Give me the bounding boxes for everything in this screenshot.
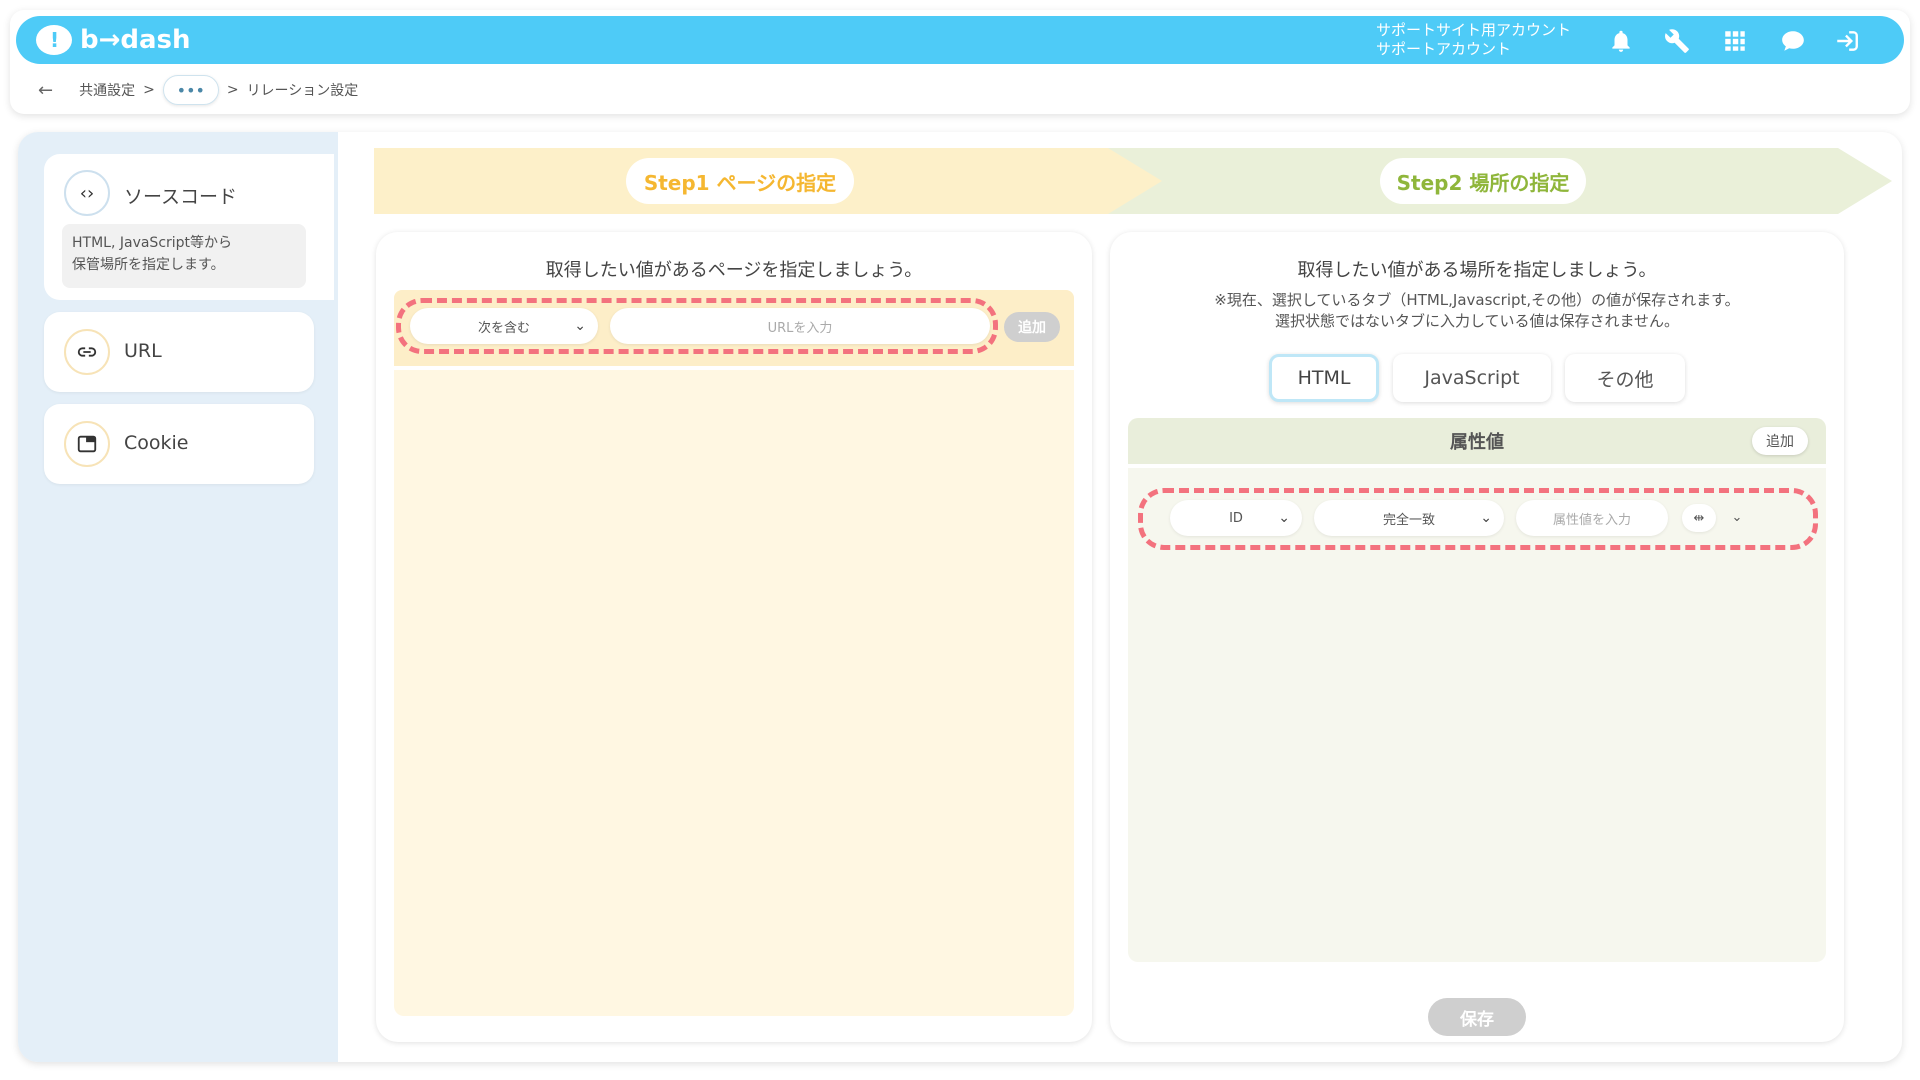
- sidebar-item-description: HTML, JavaScript等から 保管場所を指定します。: [62, 224, 306, 288]
- window-icon: [64, 421, 110, 467]
- attribute-type-value: ID: [1229, 510, 1243, 526]
- link-icon: [64, 329, 110, 375]
- attribute-header-label: 属性値: [1450, 432, 1504, 453]
- step1-panel-title: 取得したい値があるページを指定しましょう。: [545, 260, 923, 281]
- description-line1: HTML, JavaScript等から: [72, 235, 233, 251]
- url-condition-select[interactable]: 次を含む ⌄: [410, 308, 598, 344]
- bell-icon[interactable]: [1608, 28, 1634, 54]
- sidebar-item-url[interactable]: URL: [44, 312, 314, 392]
- step2-panel: 取得したい値がある場所を指定しましょう。 ※現在、選択しているタブ（HTML,J…: [1110, 232, 1844, 1042]
- attribute-header: 属性値 追加: [1128, 418, 1826, 464]
- attribute-type-select[interactable]: ID ⌄: [1170, 500, 1302, 536]
- logo-text: b→dash: [80, 25, 191, 55]
- breadcrumb-more-button[interactable]: •••: [162, 75, 219, 105]
- description-line2: 保管場所を指定します。: [72, 257, 225, 273]
- tab-html[interactable]: HTML: [1269, 354, 1379, 402]
- match-type-value: 完全一致: [1382, 512, 1435, 528]
- split-icon[interactable]: ⇹: [1682, 504, 1716, 532]
- top-navigation-bar: b→dash サポートサイト用アカウント サポートアカウント: [16, 16, 1904, 64]
- apps-grid-icon[interactable]: [1722, 28, 1748, 54]
- url-condition-value: 次を含む: [477, 320, 530, 336]
- account-line1: サポートサイト用アカウント: [1376, 21, 1572, 39]
- step1-label: Step1 ページの指定: [626, 158, 854, 204]
- tab-javascript[interactable]: JavaScript: [1393, 354, 1551, 402]
- breadcrumb-separator: >: [143, 82, 155, 98]
- chevron-down-icon: ⌄: [574, 318, 586, 334]
- main-content: ‹› ソースコード HTML, JavaScript等から 保管場所を指定します…: [18, 132, 1902, 1062]
- source-type-tabs: HTML JavaScript その他: [1110, 354, 1844, 402]
- note-line2: 選択状態ではないタブに入力している値は保存されません。: [1274, 312, 1680, 330]
- logout-icon[interactable]: [1832, 28, 1862, 54]
- sidebar-item-cookie[interactable]: Cookie: [44, 404, 314, 484]
- breadcrumb-item-common-settings[interactable]: 共通設定: [79, 80, 135, 100]
- breadcrumb-current: リレーション設定: [246, 83, 359, 99]
- attribute-add-button[interactable]: 追加: [1752, 427, 1808, 455]
- url-add-button[interactable]: 追加: [1004, 312, 1060, 342]
- step2-panel-title: 取得したい値がある場所を指定しましょう。: [1297, 260, 1657, 281]
- step2-label: Step2 場所の指定: [1380, 158, 1586, 204]
- bdash-logo[interactable]: b→dash: [36, 22, 191, 58]
- url-input[interactable]: URLを入力: [610, 308, 990, 344]
- note-line1: ※現在、選択しているタブ（HTML,Javascript,その他）の値が保存され…: [1214, 291, 1740, 309]
- sidebar-item-source-code[interactable]: ‹› ソースコード HTML, JavaScript等から 保管場所を指定します…: [44, 154, 334, 300]
- account-line2: サポートアカウント: [1376, 40, 1512, 58]
- account-info[interactable]: サポートサイト用アカウント サポートアカウント: [1376, 21, 1571, 59]
- chevron-down-icon[interactable]: ⌄: [1722, 502, 1752, 532]
- sidebar-item-label: ソースコード: [124, 186, 238, 208]
- tab-other[interactable]: その他: [1565, 354, 1685, 402]
- code-icon: ‹›: [64, 170, 110, 216]
- url-list-area: [394, 370, 1074, 1016]
- step2-note: ※現在、選択しているタブ（HTML,Javascript,その他）の値が保存され…: [1110, 290, 1844, 332]
- match-type-select[interactable]: 完全一致 ⌄: [1314, 500, 1504, 536]
- save-button[interactable]: 保存: [1428, 998, 1526, 1036]
- sidebar-item-label: URL: [124, 340, 162, 362]
- chevron-down-icon: ⌄: [1480, 510, 1492, 526]
- attribute-value-input[interactable]: 属性値を入力: [1516, 500, 1668, 536]
- back-arrow-icon[interactable]: ←: [38, 80, 53, 101]
- chat-icon[interactable]: [1778, 28, 1808, 54]
- chevron-down-icon: ⌄: [1278, 510, 1290, 526]
- logo-bubble-icon: [36, 25, 72, 55]
- sidebar-item-label: Cookie: [124, 432, 189, 454]
- wrench-icon[interactable]: [1664, 28, 1690, 54]
- step1-panel: 取得したい値があるページを指定しましょう。 次を含む ⌄ URLを入力 追加: [376, 232, 1092, 1042]
- breadcrumb-separator: >: [226, 82, 239, 98]
- breadcrumb: ← 共通設定 > ••• > リレーション設定: [38, 75, 359, 105]
- sidebar: ‹› ソースコード HTML, JavaScript等から 保管場所を指定します…: [18, 132, 338, 1062]
